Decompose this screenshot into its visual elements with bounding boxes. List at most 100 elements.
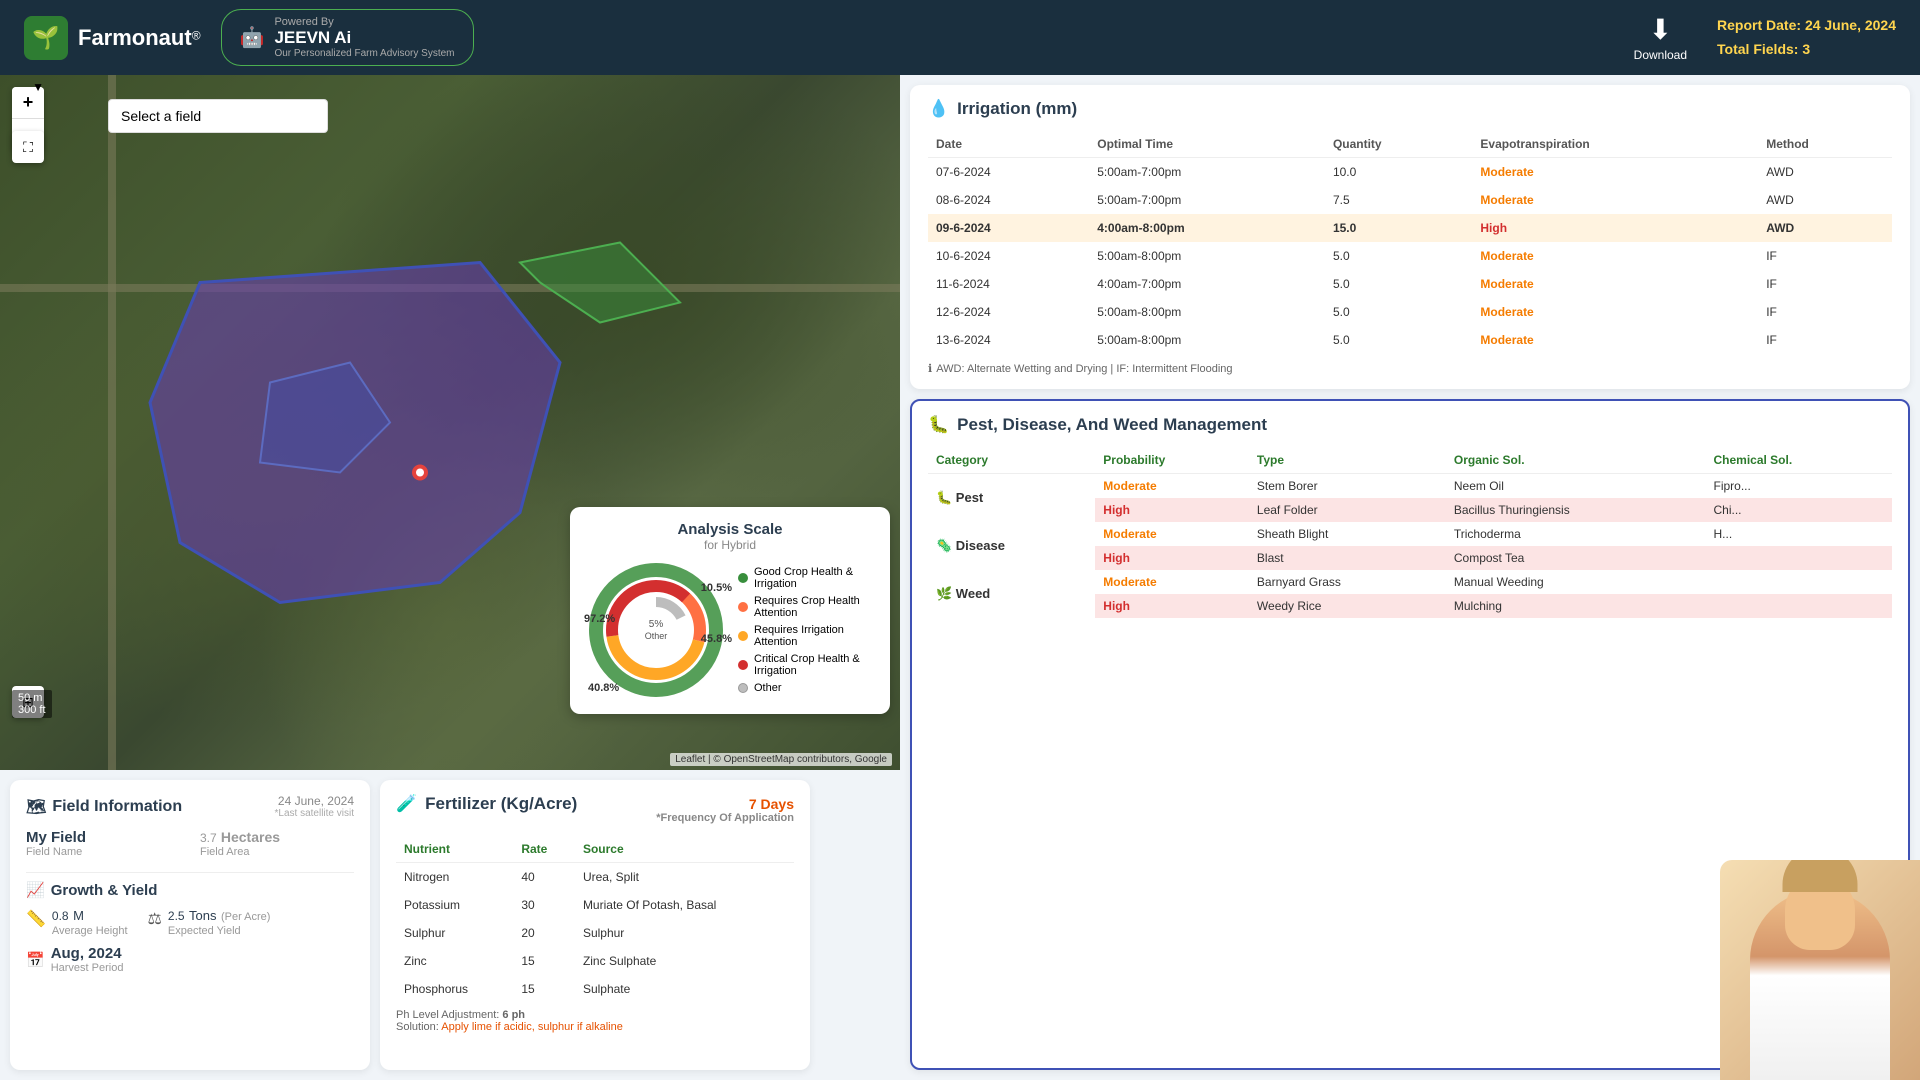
legend-dot-irrigation: [738, 631, 748, 641]
th-probability: Probability: [1095, 447, 1249, 474]
expected-yield-metric: ⚖ 2.5 Tons (Per Acre) Expected Yield: [148, 907, 271, 937]
harvest-label: Harvest Period: [51, 962, 124, 974]
info-icon: ℹ: [928, 362, 932, 375]
height-icon: 📏: [26, 909, 46, 929]
field-info-card: 🗺 Field Information 24 June, 2024 *Last …: [10, 780, 370, 1070]
th-evap: Evapotranspiration: [1472, 131, 1758, 158]
pest-table-header: Category Probability Type Organic Sol. C…: [928, 447, 1892, 474]
legend-dot-crop-health: [738, 602, 748, 612]
donut-label-45: 45.8%: [701, 633, 732, 645]
jeevn-name: JEEVN Ai: [274, 28, 454, 48]
th-qty: Quantity: [1325, 131, 1472, 158]
field-data-row: My Field Field Name 3.7 Hectares Field A…: [26, 829, 354, 858]
table-row: 11-6-2024 4:00am-7:00pm 5.0 Moderate IF: [928, 270, 1892, 298]
fertilizer-icon: 🧪: [396, 794, 417, 814]
irrigation-title: 💧 Irrigation (mm): [928, 99, 1892, 119]
fullscreen-button[interactable]: ⛶: [12, 131, 44, 163]
fertilizer-footer: Ph Level Adjustment: 6 ph Solution: Appl…: [396, 1009, 794, 1033]
analysis-scale-title: Analysis Scale: [586, 521, 874, 538]
field-info-title: 🗺 Field Information: [26, 797, 182, 817]
download-icon: ⬇: [1649, 13, 1672, 46]
th-organic: Organic Sol.: [1446, 447, 1706, 474]
harvest-val: Aug, 2024: [51, 945, 124, 962]
growth-metrics: 📏 0.8 M Average Height ⚖: [26, 907, 354, 937]
map-icon: 🗺: [26, 797, 46, 817]
jeevn-desc: Our Personalized Farm Advisory System: [274, 48, 454, 59]
th-source: Source: [575, 836, 794, 863]
total-fields-label: Total Fields:: [1717, 41, 1798, 57]
jeevn-badge: 🤖 Powered By JEEVN Ai Our Personalized F…: [221, 9, 474, 66]
field-name-value: My Field: [26, 829, 180, 846]
fertilizer-card: 🧪 Fertilizer (Kg/Acre) 7 Days *Frequency…: [380, 780, 810, 1070]
pest-table: Category Probability Type Organic Sol. C…: [928, 447, 1892, 618]
th-time: Optimal Time: [1089, 131, 1325, 158]
donut-label-10: 10.5%: [701, 582, 732, 594]
pest-title: 🐛 Pest, Disease, And Weed Management: [928, 415, 1892, 435]
irrigation-table: Date Optimal Time Quantity Evapotranspir…: [928, 131, 1892, 354]
avg-height-label: Average Height: [52, 925, 128, 937]
th-category: Category: [928, 447, 1095, 474]
field-area-value: 3.7 Hectares: [200, 829, 354, 846]
irrigation-icon: 💧: [928, 99, 949, 119]
zoom-in-button[interactable]: +: [12, 87, 44, 119]
fertilizer-table-body: Nitrogen 40 Urea, Split Potassium 30 Mur…: [396, 863, 794, 1004]
fertilizer-title: 🧪 Fertilizer (Kg/Acre): [396, 794, 577, 814]
th-date: Date: [928, 131, 1089, 158]
field-info-header: 🗺 Field Information 24 June, 2024 *Last …: [26, 794, 354, 819]
irrigation-card: 💧 Irrigation (mm) Date Optimal Time Quan…: [910, 85, 1910, 389]
legend-dot-critical: [738, 660, 748, 670]
legend-item-other: Other: [738, 682, 874, 694]
table-row: Phosphorus 15 Sulphate: [396, 975, 794, 1003]
donut-label-97: 97.2%: [584, 613, 615, 625]
th-type: Type: [1249, 447, 1446, 474]
field-name-label: Field Name: [26, 846, 180, 858]
legend-item-crop-health: Requires Crop Health Attention: [738, 595, 874, 619]
th-chemical: Chemical Sol.: [1705, 447, 1892, 474]
download-label: Download: [1634, 48, 1687, 62]
th-method: Method: [1758, 131, 1892, 158]
map-scale: 50 m 300 ft: [12, 690, 52, 718]
fertilizer-header: 🧪 Fertilizer (Kg/Acre) 7 Days *Frequency…: [396, 794, 794, 826]
analysis-legend: Good Crop Health & Irrigation Requires C…: [738, 566, 874, 694]
yield-icon: ⚖: [148, 909, 162, 929]
header: 🌱 Farmonaut® 🤖 Powered By JEEVN Ai Our P…: [0, 0, 1920, 75]
fertilizer-table: Nutrient Rate Source Nitrogen 40 Urea, S…: [396, 836, 794, 1003]
report-date: 24 June, 2024: [1805, 17, 1896, 33]
growth-section: 📈 Growth & Yield 📏 0.8 M Average Hei: [26, 881, 354, 974]
fertilizer-solution-link[interactable]: Apply lime if acidic, sulphur if alkalin…: [441, 1021, 623, 1033]
legend-dot-other: [738, 683, 748, 693]
growth-icon: 📈: [26, 881, 45, 899]
avg-height-metric: 📏 0.8 M Average Height: [26, 907, 128, 937]
analysis-scale-subtitle: for Hybrid: [586, 538, 874, 552]
logo-text: Farmonaut®: [78, 25, 201, 51]
map-section: + − ⛶ ⊞ Select a field ▼ 50 m 300 ft Lea…: [0, 75, 900, 770]
total-fields: 3: [1802, 41, 1810, 57]
table-row: 09-6-2024 4:00am-8:00pm 15.0 High AWD: [928, 214, 1892, 242]
pest-table-body: 🐛 Pest Moderate Stem Borer Neem Oil Fipr…: [928, 474, 1892, 619]
report-date-label: Report Date:: [1717, 17, 1801, 33]
table-row: Sulphur 20 Sulphur: [396, 919, 794, 947]
th-rate: Rate: [513, 836, 575, 863]
table-row: 🦠 Disease Moderate Sheath Blight Trichod…: [928, 522, 1892, 546]
pest-icon: 🐛: [928, 415, 949, 435]
analysis-scale-card: Analysis Scale for Hybrid: [570, 507, 890, 714]
field-area-col: 3.7 Hectares Field Area: [200, 829, 354, 858]
irrigation-note: ℹ AWD: Alternate Wetting and Drying | IF…: [928, 362, 1892, 375]
svg-text:Other: Other: [645, 631, 668, 641]
avatar-overlay: [1720, 860, 1920, 1080]
table-row: 07-6-2024 5:00am-7:00pm 10.0 Moderate AW…: [928, 158, 1892, 187]
jeevn-powered: Powered By: [274, 16, 454, 28]
donut-label-40: 40.8%: [588, 682, 619, 694]
expected-yield-label: Expected Yield: [168, 925, 271, 937]
table-row: 12-6-2024 5:00am-8:00pm 5.0 Moderate IF: [928, 298, 1892, 326]
irrigation-table-header: Date Optimal Time Quantity Evapotranspir…: [928, 131, 1892, 158]
field-select[interactable]: Select a field: [108, 99, 328, 133]
avatar-hair: [1783, 860, 1858, 892]
legend-dot-good: [738, 573, 748, 583]
fertilizer-freq: 7 Days *Frequency Of Application: [656, 796, 794, 824]
irrigation-table-body: 07-6-2024 5:00am-7:00pm 10.0 Moderate AW…: [928, 158, 1892, 355]
table-row: 🐛 Pest Moderate Stem Borer Neem Oil Fipr…: [928, 474, 1892, 499]
table-row: Potassium 30 Muriate Of Potash, Basal: [396, 891, 794, 919]
avg-height-val: 0.8 M: [52, 907, 128, 925]
download-button[interactable]: ⬇ Download: [1634, 13, 1687, 62]
